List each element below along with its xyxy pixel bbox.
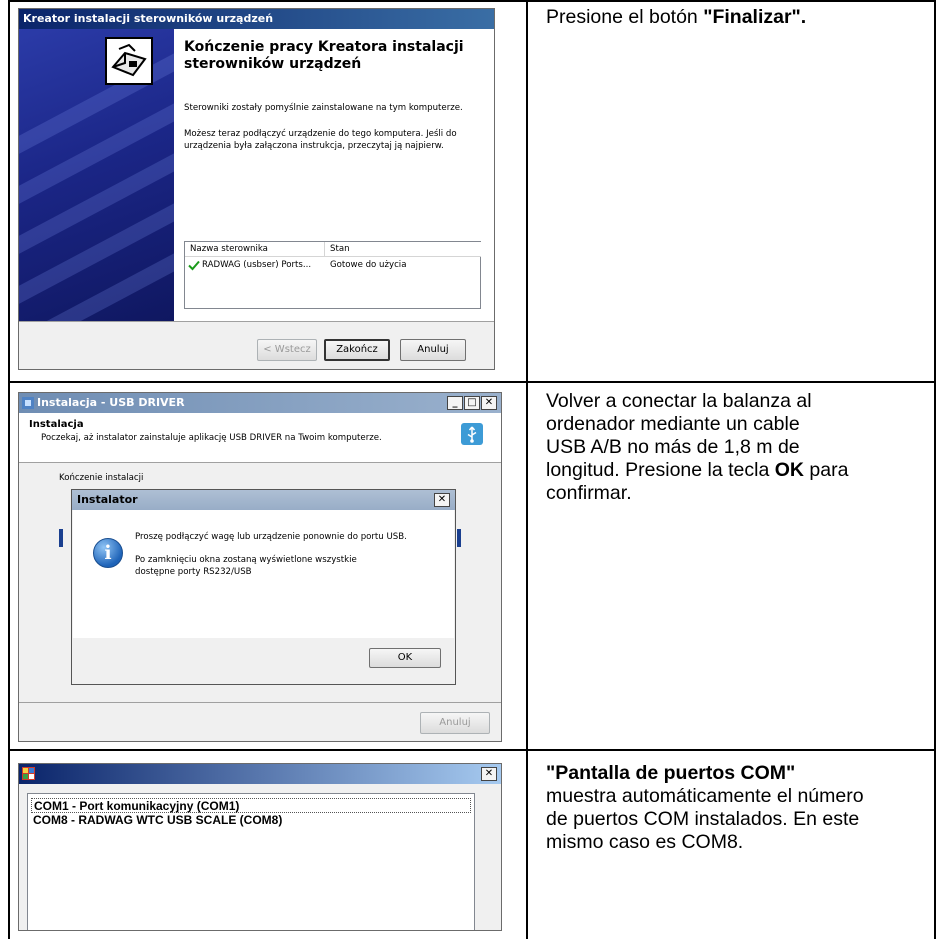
table-column-divider (526, 0, 528, 939)
driver-list-row[interactable]: RADWAG (usbser) Ports... Gotowe do użyci… (185, 258, 480, 272)
dialog-message-1: Proszę podłączyć wagę lub urządzenie pon… (135, 532, 407, 542)
wizard-info-text: Możesz teraz podłączyć urządzenie do teg… (184, 129, 457, 151)
row1-description-text: Presione el botón (546, 6, 704, 28)
checkmark-icon (188, 260, 200, 271)
ok-button[interactable]: OK (369, 648, 441, 668)
row3-description: "Pantalla de puertos COM" muestra automá… (546, 762, 931, 854)
maximize-icon: □ (467, 397, 477, 408)
wizard-titlebar: Kreator instalacji sterowników urządzeń (19, 9, 494, 29)
close-icon: ✕ (437, 494, 447, 505)
usb-icon (461, 423, 483, 445)
column-header-status[interactable]: Stan (325, 242, 481, 257)
installer-title: Instalacja - USB DRIVER (37, 396, 185, 409)
list-item[interactable]: COM8 - RADWAG WTC USB SCALE (COM8) (31, 813, 471, 828)
row2-description-line4: longitud. Presione la tecla OK para (546, 459, 931, 482)
finish-button[interactable]: Zakończ (324, 339, 390, 361)
dialog-message-2: Po zamknięciu okna zostaną wyświetlone w… (135, 555, 357, 577)
close-button[interactable]: ✕ (481, 396, 497, 410)
list-item[interactable]: COM1 - Port komunikacyjny (COM1) (31, 798, 471, 813)
row3-description-line4: mismo caso es COM8. (546, 831, 744, 853)
installer-header-title: Instalacja (29, 419, 84, 430)
driver-wizard-window: Kreator instalacji sterowników urządzeń … (18, 8, 495, 370)
progress-bar-right-edge (457, 529, 461, 547)
table-row-divider-2 (8, 749, 936, 751)
info-icon: i (93, 538, 123, 568)
row1-description-bold: "Finalizar". (703, 6, 807, 28)
progress-bar-left-edge (59, 529, 63, 547)
com-close-button[interactable]: ✕ (481, 767, 497, 781)
com-ports-window: ✕ COM1 - Port komunikacyjny (COM1) COM8 … (18, 763, 502, 931)
minimize-icon: _ (452, 397, 458, 408)
row3-description-line3: de puertos COM instalados. En este (546, 808, 860, 830)
installer-app-icon (22, 397, 34, 409)
table-border-left (8, 0, 10, 939)
close-icon: ✕ (484, 768, 494, 779)
app-icon (22, 767, 35, 780)
wizard-success-text: Sterowniki zostały pomyślnie zainstalowa… (184, 103, 463, 113)
com-titlebar: ✕ (19, 764, 501, 784)
installer-behind-text: Kończenie instalacji (59, 473, 144, 483)
driver-name: RADWAG (usbser) Ports... (202, 260, 312, 270)
column-header-driver-name[interactable]: Nazwa sterownika (185, 242, 325, 257)
dialog-body: i Proszę podłączyć wagę lub urządzenie p… (73, 510, 454, 638)
row2-description-line5: confirmar. (546, 482, 632, 504)
installer-window: Instalacja - USB DRIVER _ □ ✕ Instalacja… (18, 392, 502, 742)
installer-cancel-button[interactable]: Anuluj (420, 712, 490, 734)
wizard-title: Kreator instalacji sterowników urządzeń (23, 12, 274, 25)
minimize-button[interactable]: _ (447, 396, 463, 410)
installer-header: Instalacja Poczekaj, aż instalator zains… (19, 413, 501, 463)
wizard-content: Kończenie pracy Kreatora instalacji ster… (174, 29, 494, 321)
row2-description: Volver a conectar la balanza al ordenado… (546, 390, 931, 505)
cancel-button[interactable]: Anuluj (400, 339, 466, 361)
row2-description-line2: ordenador mediante un cable (546, 413, 800, 435)
wizard-heading: Kończenie pracy Kreatora instalacji ster… (184, 39, 464, 72)
installer-footer-divider (19, 702, 501, 703)
wizard-side-banner (19, 29, 174, 321)
installer-header-subtitle: Poczekaj, aż instalator zainstaluje apli… (41, 433, 382, 443)
row3-description-bold: "Pantalla de puertos COM" (546, 762, 796, 784)
dialog-titlebar: Instalator ✕ (72, 490, 455, 510)
row3-description-title: "Pantalla de puertos COM" (546, 762, 931, 785)
close-icon: ✕ (484, 397, 494, 408)
maximize-button[interactable]: □ (464, 396, 480, 410)
row2-description-line4-end: para (803, 459, 849, 481)
table-border-top (8, 0, 936, 2)
row1-description: Presione el botón "Finalizar". (546, 6, 806, 29)
driver-status: Gotowe do użycia (330, 260, 407, 270)
row2-description-line3: USB A/B no más de 1,8 m de (546, 436, 800, 458)
dialog-close-button[interactable]: ✕ (434, 493, 450, 507)
com-port-list[interactable]: COM1 - Port komunikacyjny (COM1) COM8 - … (27, 793, 475, 930)
wizard-footer: < Wstecz Zakończ Anuluj (19, 321, 494, 369)
table-row-divider-1 (8, 381, 936, 383)
dialog-title: Instalator (77, 493, 138, 506)
row2-description-line4-text: longitud. Presione la tecla (546, 459, 775, 481)
row2-description-ok: OK (774, 459, 804, 481)
back-button[interactable]: < Wstecz (257, 339, 317, 361)
driver-list[interactable]: Nazwa sterownika Stan RADWAG (usbser) Po… (184, 241, 481, 309)
installer-titlebar: Instalacja - USB DRIVER _ □ ✕ (19, 393, 501, 413)
installer-dialog: Instalator ✕ i Proszę podłączyć wagę lub… (71, 489, 456, 685)
wizard-hardware-icon (105, 37, 153, 85)
row3-description-line2: muestra automáticamente el número (546, 785, 864, 807)
row2-description-line1: Volver a conectar la balanza al (546, 390, 812, 412)
